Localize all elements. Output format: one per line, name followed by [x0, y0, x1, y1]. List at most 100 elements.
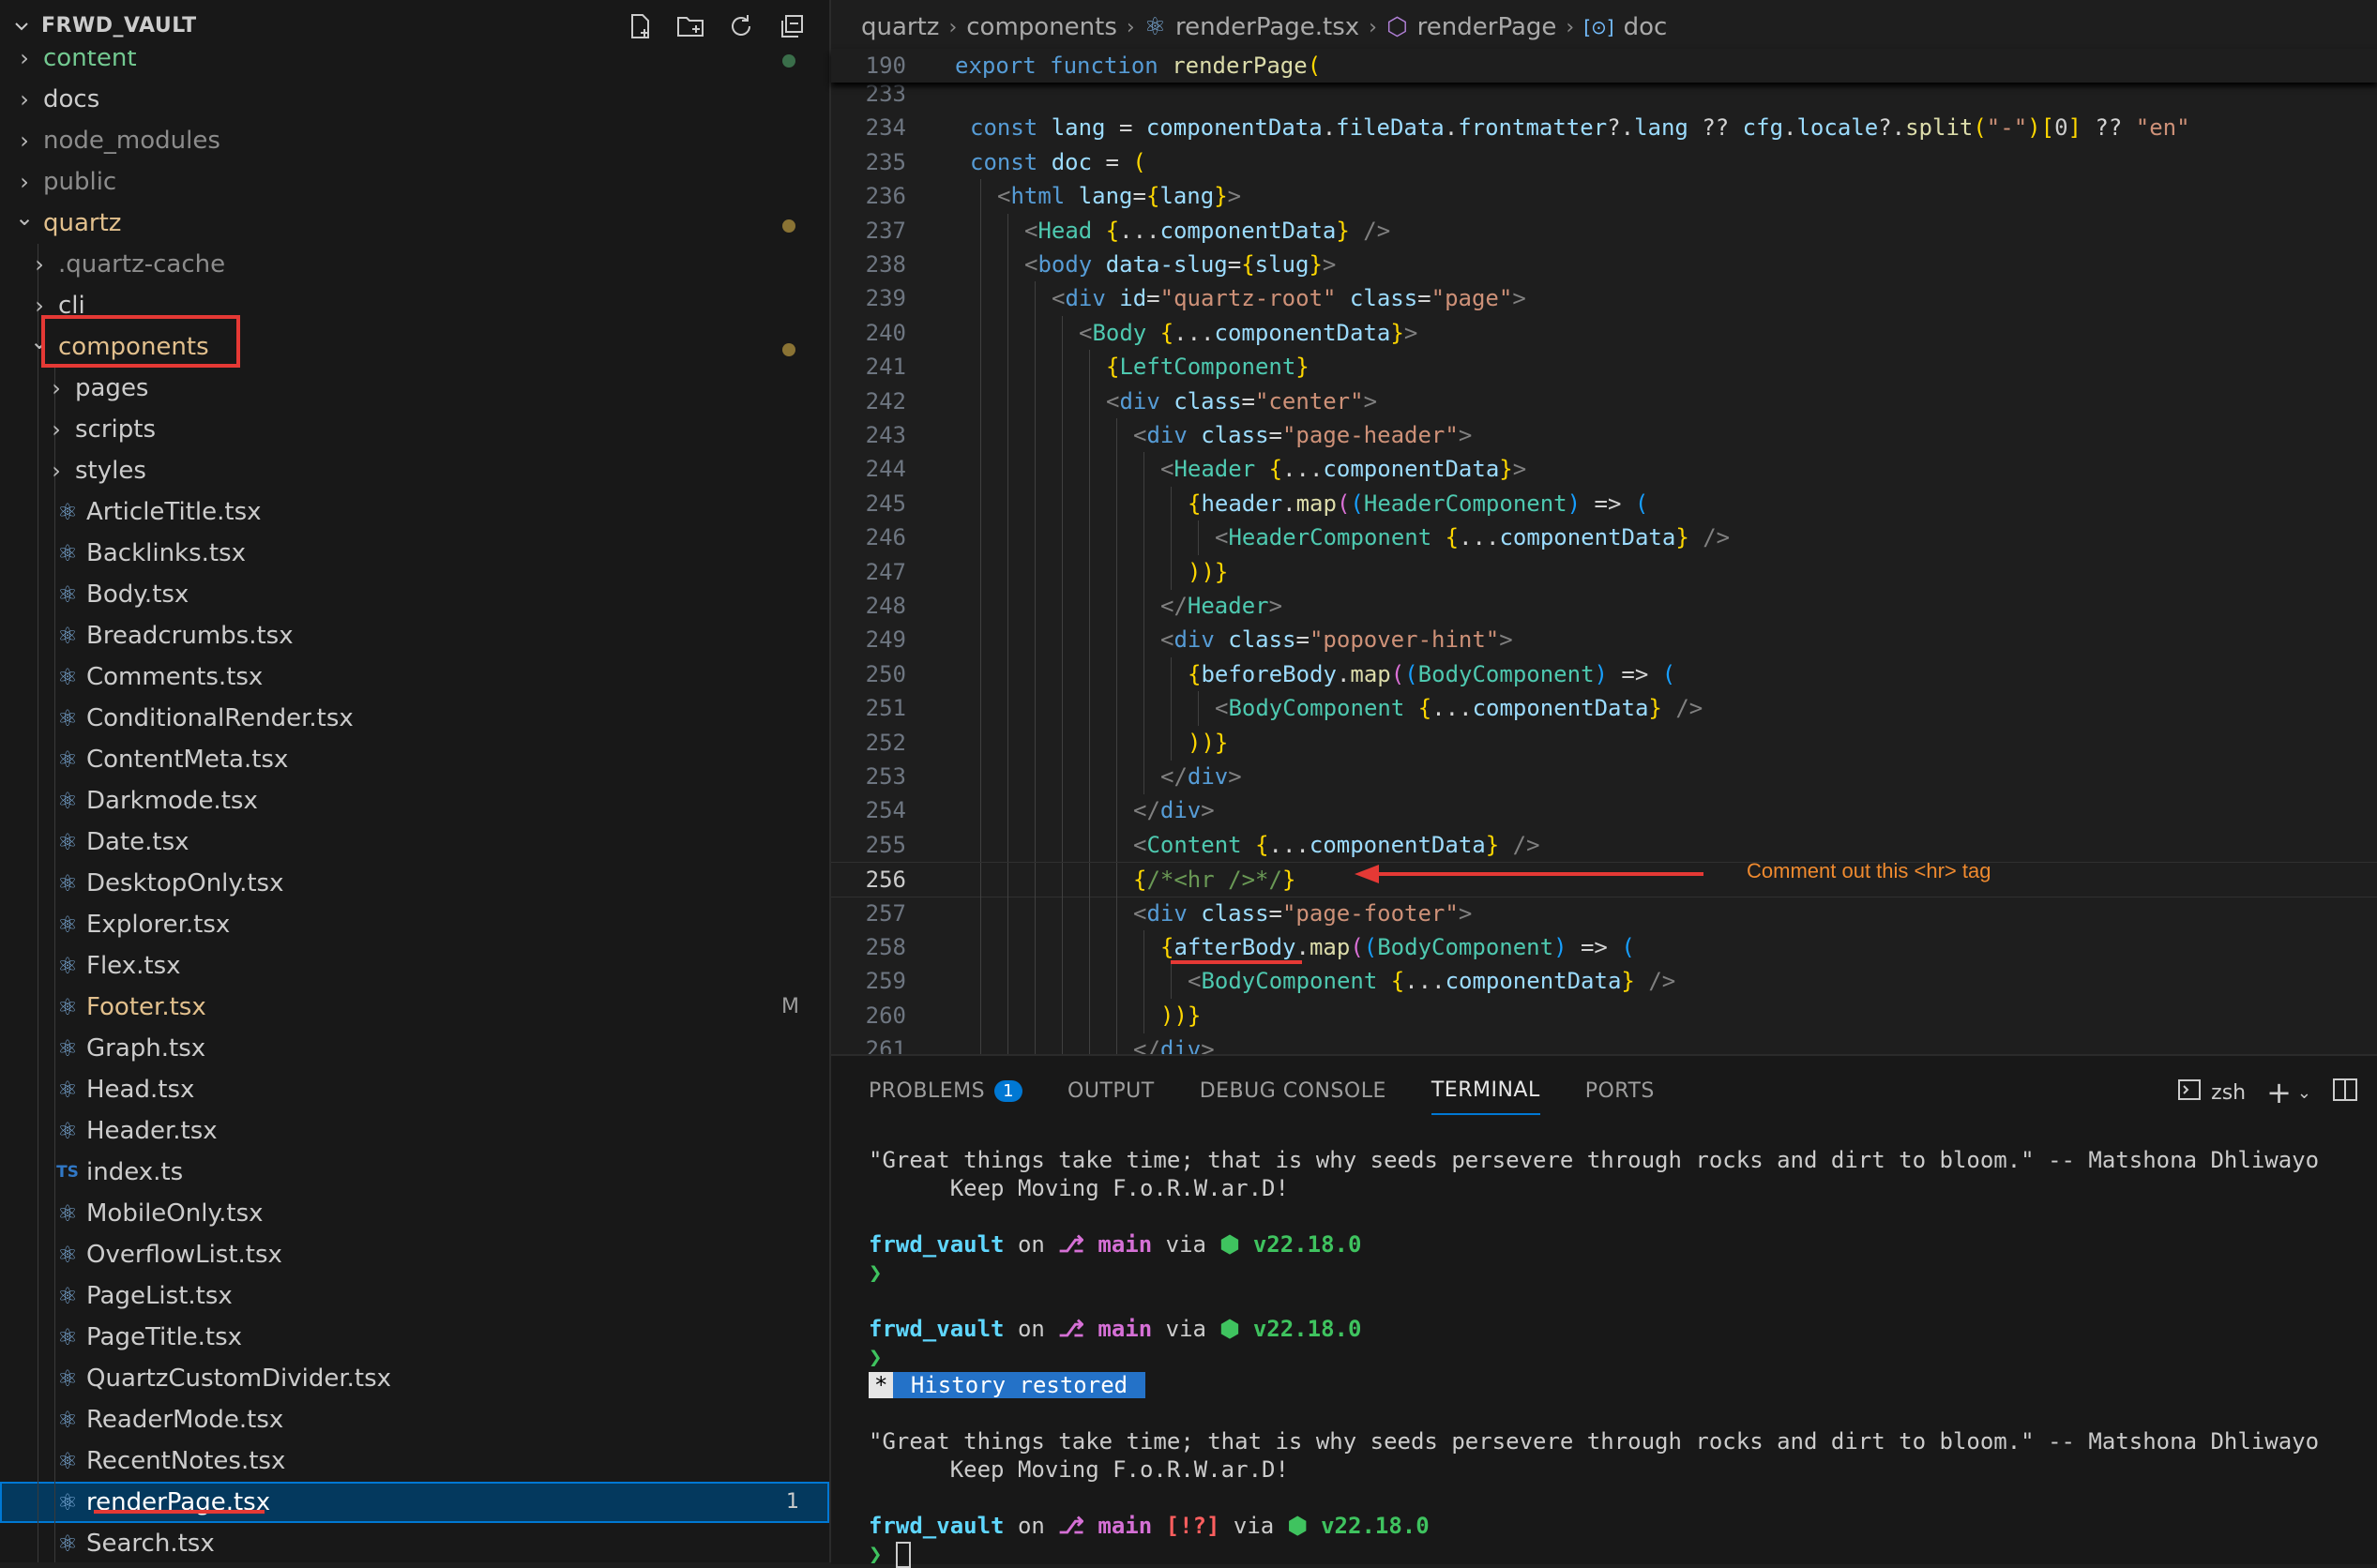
code-line[interactable]: 261 </div>	[831, 1033, 2377, 1054]
react-file-icon: ⚛	[57, 912, 78, 938]
code-line[interactable]: 236 <html lang={lang}>	[831, 179, 2377, 215]
file-item-contentmeta-tsx[interactable]: ⚛ ContentMeta.tsx	[0, 739, 829, 780]
code-line[interactable]: 234 const lang = componentData.fileData.f…	[831, 111, 2377, 144]
folder-item-pages[interactable]: › pages	[0, 368, 829, 409]
terminal-output[interactable]: "Great things take time; that is why see…	[869, 1146, 2351, 1568]
collapse-all-icon[interactable]	[777, 11, 807, 41]
folder-item-public[interactable]: › public	[0, 161, 829, 203]
indent-guide	[980, 350, 981, 385]
breadcrumb-item-quartz[interactable]: quartz	[861, 13, 939, 41]
folder-item-docs[interactable]: › docs	[0, 79, 829, 120]
new-folder-icon[interactable]	[675, 11, 705, 41]
code-line[interactable]: 237 <Head {...componentData} />	[831, 213, 2377, 249]
folder-item-scripts[interactable]: › scripts	[0, 409, 829, 450]
file-item-breadcrumbs-tsx[interactable]: ⚛ Breadcrumbs.tsx	[0, 615, 829, 656]
new-file-icon[interactable]	[625, 11, 655, 41]
code-line[interactable]: 246 <HeaderComponent {...componentData} /…	[831, 520, 2377, 556]
indent-guide	[1089, 384, 1090, 419]
code-line[interactable]: 247))}	[831, 554, 2377, 590]
code-line[interactable]: 243 <div class="page-header">	[831, 418, 2377, 453]
breadcrumb-item-components[interactable]: components	[966, 13, 1117, 41]
terminal-icon[interactable]	[2177, 1078, 2202, 1108]
sticky-scroll-line[interactable]: 190 export function renderPage(	[831, 49, 2377, 83]
file-item-readermode-tsx[interactable]: ⚛ ReaderMode.tsx	[0, 1399, 829, 1440]
breadcrumb-item-variable[interactable]: doc	[1624, 13, 1668, 41]
split-panel-icon[interactable]	[2332, 1078, 2358, 1108]
explorer-title[interactable]: FRWD_VAULT	[13, 14, 197, 38]
tab-ports[interactable]: PORTS	[1585, 1078, 1655, 1115]
file-item-body-tsx[interactable]: ⚛ Body.tsx	[0, 574, 829, 615]
code-line[interactable]: 252))}	[831, 725, 2377, 761]
file-item-comments-tsx[interactable]: ⚛ Comments.tsx	[0, 656, 829, 698]
code-editor[interactable]: 233 234 const lang = componentData.fileDat…	[831, 77, 2377, 1054]
file-item-renderpage-tsx[interactable]: ⚛ renderPage.tsx 1	[0, 1482, 829, 1523]
file-item-articletitle-tsx[interactable]: ⚛ ArticleTitle.tsx	[0, 491, 829, 533]
file-item-explorer-tsx[interactable]: ⚛ Explorer.tsx	[0, 904, 829, 945]
folder-item-styles[interactable]: › styles	[0, 450, 829, 491]
file-item-overflowlist-tsx[interactable]: ⚛ OverflowList.tsx	[0, 1234, 829, 1275]
tab-problems[interactable]: PROBLEMS 1	[869, 1078, 1023, 1115]
indent-guide	[1089, 452, 1090, 488]
file-item-graph-tsx[interactable]: ⚛ Graph.tsx	[0, 1028, 829, 1069]
code-line[interactable]: 241 {LeftComponent}	[831, 350, 2377, 385]
file-item-desktoponly-tsx[interactable]: ⚛ DesktopOnly.tsx	[0, 863, 829, 904]
file-item-header-tsx[interactable]: ⚛ Header.tsx	[0, 1110, 829, 1152]
folder-item-node-modules[interactable]: › node_modules	[0, 120, 829, 161]
git-branch-icon: ⎇	[1058, 1231, 1084, 1258]
code-text: <BodyComponent {...componentData} />	[1188, 968, 1676, 995]
indent-guide	[1116, 998, 1117, 1033]
panel-tabs: PROBLEMS 1 OUTPUT DEBUG CONSOLE TERMINAL PORT…	[869, 1078, 1655, 1115]
indent-guide	[1062, 827, 1063, 863]
code-line[interactable]: 260))}	[831, 998, 2377, 1033]
tab-debug-console[interactable]: DEBUG CONSOLE	[1200, 1078, 1386, 1115]
code-line[interactable]: 257 <div class="page-footer">	[831, 896, 2377, 931]
code-line[interactable]: 240 <Body {...componentData}>	[831, 315, 2377, 351]
code-line[interactable]: 244 <Header {...componentData}>	[831, 452, 2377, 488]
code-line[interactable]: 235 const doc = (	[831, 145, 2377, 179]
line-number: 257	[865, 899, 906, 927]
file-item-quartzcustomdivider-tsx[interactable]: ⚛ QuartzCustomDivider.tsx	[0, 1358, 829, 1399]
file-item-mobileonly-tsx[interactable]: ⚛ MobileOnly.tsx	[0, 1193, 829, 1234]
file-item-footer-tsx[interactable]: ⚛ Footer.tsx M	[0, 987, 829, 1028]
folder-item-quartz[interactable]: ⌄ quartz	[0, 203, 829, 244]
indent-guide	[1007, 827, 1008, 863]
refresh-icon[interactable]	[726, 11, 756, 41]
code-line[interactable]: 249 <div class="popover-hint">	[831, 623, 2377, 658]
code-line[interactable]: 238 <body data-slug={slug}>	[831, 248, 2377, 282]
code-line[interactable]: 258 {afterBody.map((BodyComponent) => (	[831, 930, 2377, 965]
code-line[interactable]: 253 </div>	[831, 760, 2377, 794]
new-terminal-icon[interactable]: +	[2266, 1075, 2292, 1110]
tab-terminal[interactable]: TERMINAL	[1431, 1078, 1540, 1115]
file-item-backlinks-tsx[interactable]: ⚛ Backlinks.tsx	[0, 533, 829, 574]
tab-output[interactable]: OUTPUT	[1067, 1078, 1155, 1115]
folder-item--quartz-cache[interactable]: › .quartz-cache	[0, 244, 829, 285]
code-line[interactable]: 242 <div class="center">	[831, 384, 2377, 419]
code-line[interactable]: 239 <div id="quartz-root" class="page">	[831, 281, 2377, 317]
chevron-down-icon[interactable]: ⌄	[2297, 1083, 2311, 1103]
code-line[interactable]: 251 <BodyComponent {...componentData} />	[831, 691, 2377, 727]
indent-guide	[1198, 520, 1199, 556]
code-line[interactable]: 254 </div>	[831, 793, 2377, 829]
code-line[interactable]: 248 </Header>	[831, 589, 2377, 624]
code-line[interactable]: 259 <BodyComponent {...componentData} />	[831, 964, 2377, 1000]
code-line[interactable]: 255 <Content {...componentData} />	[831, 827, 2377, 863]
shell-name[interactable]: zsh	[2211, 1081, 2246, 1105]
active-prompt[interactable]: ❯	[869, 1540, 2351, 1568]
file-item-darkmode-tsx[interactable]: ⚛ Darkmode.tsx	[0, 780, 829, 822]
breadcrumb-item-function[interactable]: renderPage	[1417, 13, 1557, 41]
code-line[interactable]: 250 {beforeBody.map((BodyComponent) => (	[831, 656, 2377, 692]
tree-item-label: Head.tsx	[86, 1076, 195, 1104]
file-item-conditionalrender-tsx[interactable]: ⚛ ConditionalRender.tsx	[0, 698, 829, 739]
file-item-index-ts[interactable]: TS index.ts	[0, 1152, 829, 1193]
code-text: <div class="page-header">	[1133, 422, 1473, 448]
indent-guide	[1035, 725, 1036, 761]
file-item-pagelist-tsx[interactable]: ⚛ PageList.tsx	[0, 1275, 829, 1317]
file-item-pagetitle-tsx[interactable]: ⚛ PageTitle.tsx	[0, 1317, 829, 1358]
file-item-search-tsx[interactable]: ⚛ Search.tsx	[0, 1523, 829, 1562]
code-line[interactable]: 245 {header.map((HeaderComponent) => (	[831, 486, 2377, 521]
file-item-recentnotes-tsx[interactable]: ⚛ RecentNotes.tsx	[0, 1440, 829, 1482]
breadcrumb-item-file[interactable]: renderPage.tsx	[1175, 13, 1359, 41]
file-item-head-tsx[interactable]: ⚛ Head.tsx	[0, 1069, 829, 1110]
file-item-date-tsx[interactable]: ⚛ Date.tsx	[0, 822, 829, 863]
file-item-flex-tsx[interactable]: ⚛ Flex.tsx	[0, 945, 829, 987]
